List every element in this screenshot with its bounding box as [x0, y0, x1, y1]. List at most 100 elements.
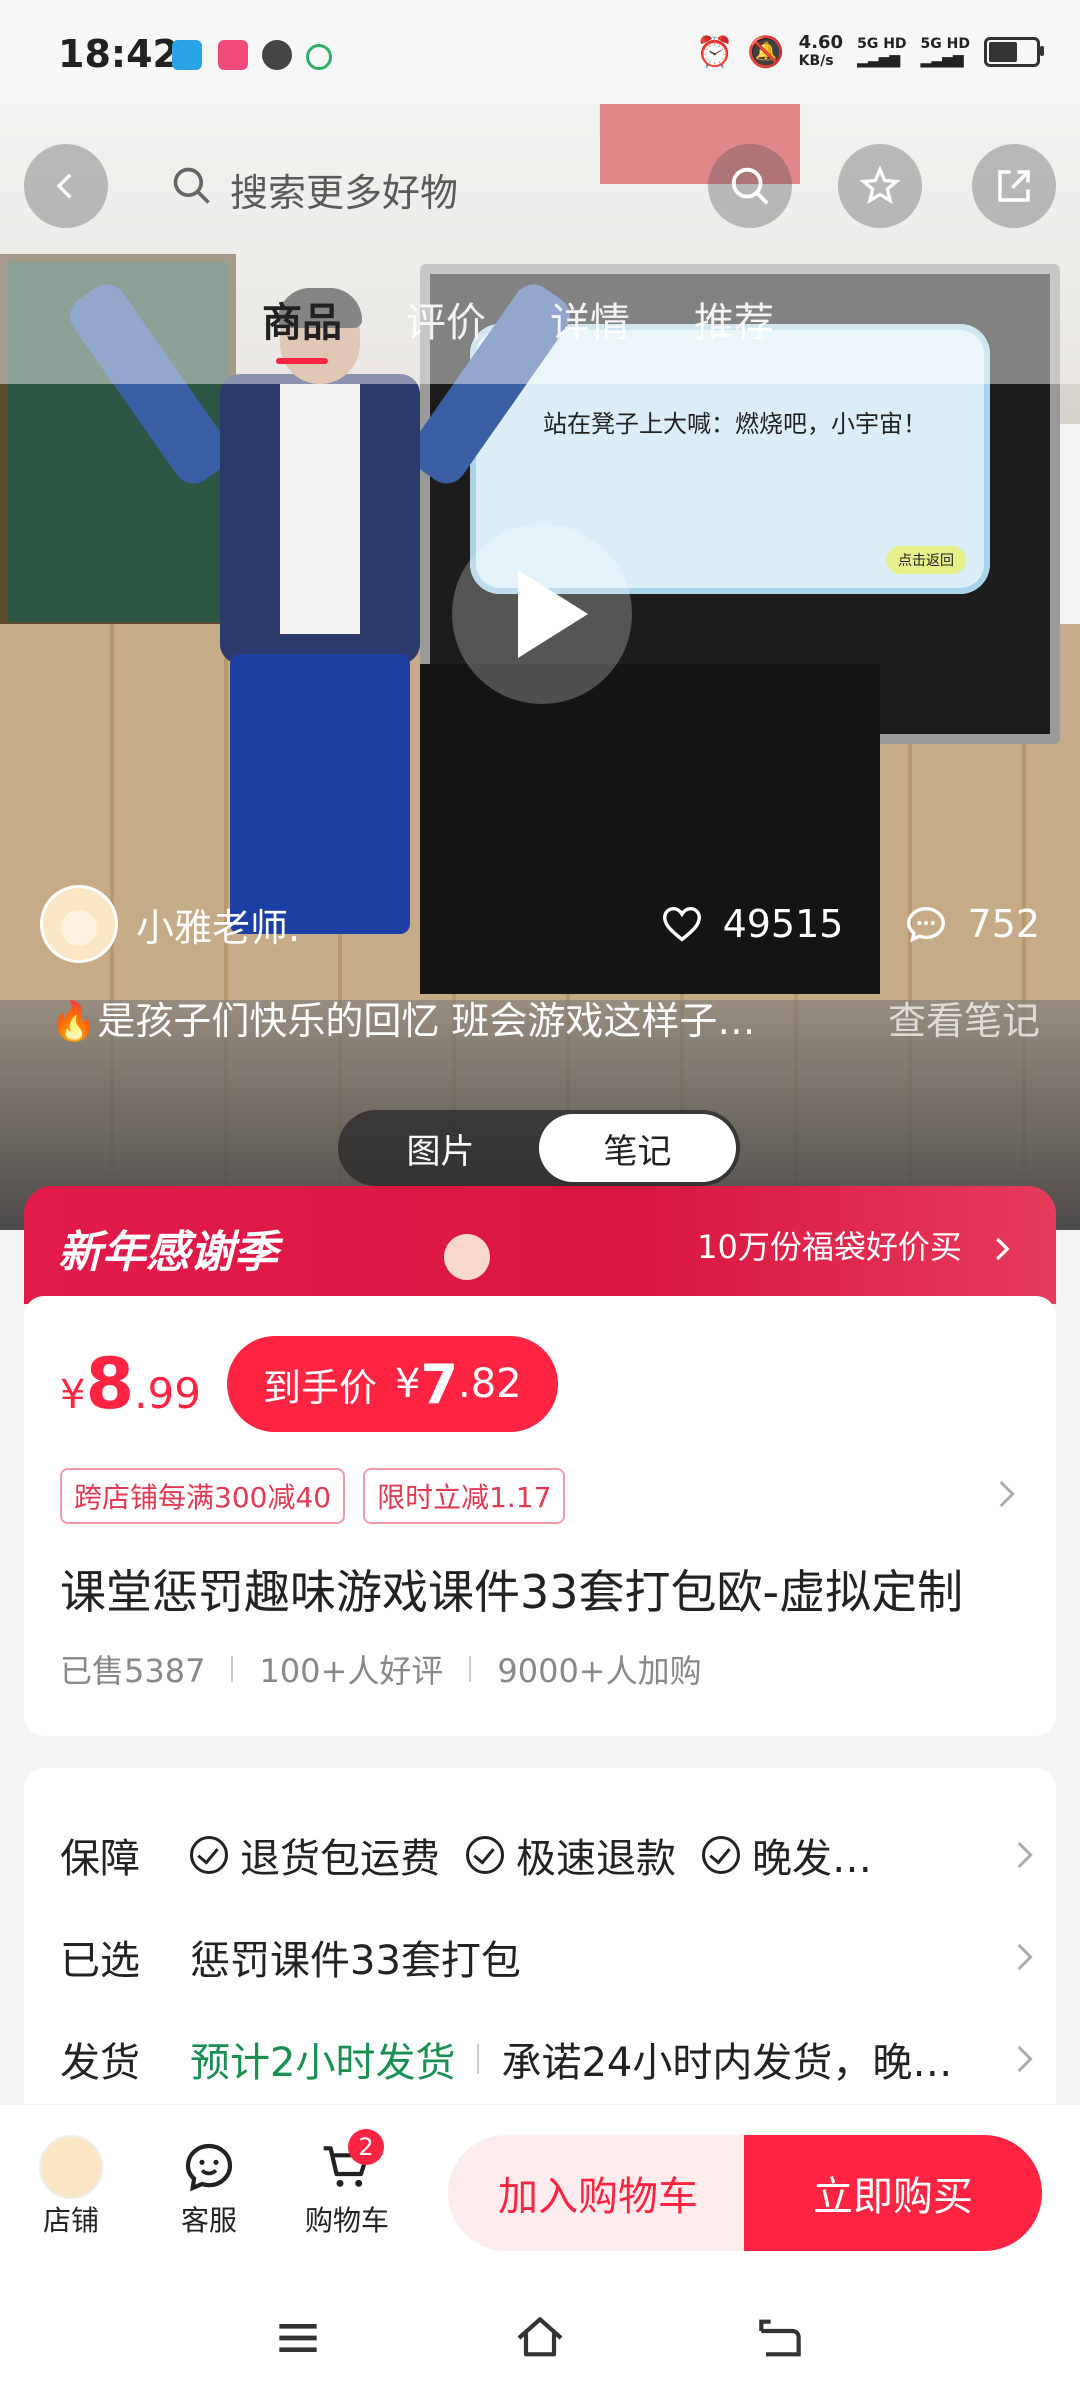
selected-label: 已选 — [60, 1938, 140, 1984]
price-card: ¥ 8 .99 到手价 ¥ 7 .82 跨店铺每满300减40 限时立减1.17… — [24, 1296, 1056, 1736]
coupon-badge: 跨店铺每满300减40 — [60, 1468, 346, 1524]
cart-count-stat: 9000+人加购 — [497, 1652, 702, 1690]
cart-badge: 2 — [348, 2129, 384, 2165]
share-button[interactable] — [972, 144, 1056, 228]
promo-banner[interactable]: 新年感谢季 10万份福袋好价买 — [24, 1186, 1056, 1304]
guarantee-text: 极速退款 — [516, 1836, 676, 1882]
note-text-body: 是孩子们快乐的回忆 班会游戏这样子… — [97, 999, 756, 1043]
service-label: 客服 — [180, 2204, 237, 2237]
search-button[interactable] — [708, 144, 792, 228]
bottom-action-bar: 店铺 客服 2 购物车 加入购物车 立即购买 — [0, 2104, 1080, 2275]
add-to-cart-button[interactable]: 加入购物车 — [448, 2135, 748, 2251]
coupon-badge: 限时立减1.17 — [363, 1468, 566, 1524]
author-name[interactable]: 小雅老师. — [136, 897, 300, 952]
network-speed-unit: KB/s — [798, 53, 834, 69]
price-row: ¥ 8 .99 到手价 ¥ 7 .82 — [60, 1336, 558, 1432]
store-button[interactable]: 店铺 — [16, 2135, 126, 2239]
store-avatar — [39, 2135, 103, 2199]
promo-link-text: 10万份福袋好价买 — [697, 1228, 962, 1266]
signal-bars-icon: ▂▃▅▆ — [857, 52, 901, 68]
check-circle-icon — [190, 1836, 228, 1874]
check-circle-icon — [702, 1836, 740, 1874]
selected-value: 惩罚课件33套打包 — [190, 1938, 521, 1984]
share-icon — [998, 170, 1030, 202]
search-icon — [173, 167, 210, 204]
shipping-row[interactable]: 发货 预计2小时发货 承诺24小时内发货，晚… — [60, 2030, 1040, 2088]
shipping-eta: 预计2小时发货 — [190, 2040, 456, 2086]
snowman-decoration — [444, 1234, 490, 1280]
tab-product[interactable]: 商品 — [262, 290, 342, 364]
price-symbol: ¥ — [60, 1372, 86, 1418]
status-right: ⏰ 🔕 4.60 KB/s 5G HD ▂▃▅▆ 5G HD ▂▃▅▆ — [695, 34, 1044, 70]
network-speed-value: 4.60 — [798, 32, 844, 53]
favorite-button[interactable] — [838, 144, 922, 228]
shipping-label: 发货 — [60, 2040, 140, 2086]
guarantee-text: 晚发… — [752, 1836, 872, 1882]
sold-count: 已售5387 — [60, 1652, 206, 1690]
search-bar[interactable]: 搜索更多好物 — [160, 150, 680, 220]
section-tabs: 商品 评价 详情 推荐 — [262, 290, 774, 364]
note-preview[interactable]: 🔥是孩子们快乐的回忆 班会游戏这样子… 查看笔记 — [50, 990, 1040, 1045]
signal-bars-icon: ▂▃▅▆ — [920, 52, 964, 68]
note-text: 🔥是孩子们快乐的回忆 班会游戏这样子… — [50, 990, 820, 1045]
chevron-right-icon — [996, 1237, 1010, 1261]
telegram-icon — [172, 40, 202, 70]
guarantee-item: 退货包运费 — [190, 1826, 440, 1884]
product-title: 课堂惩罚趣味游戏课件33套打包欧-虚拟定制 — [60, 1565, 964, 1619]
tab-recommend[interactable]: 推荐 — [694, 290, 774, 348]
coupon-list[interactable]: 跨店铺每满300减40 限时立减1.17 — [60, 1468, 566, 1524]
promo-link: 10万份福袋好价买 — [697, 1222, 1016, 1268]
comment-count: 752 — [967, 902, 1040, 946]
product-meta: 已售5387 100+人好评 9000+人加购 — [60, 1646, 702, 1692]
guarantee-item: 晚发… — [702, 1826, 872, 1884]
view-note-link[interactable]: 查看笔记 — [888, 990, 1040, 1045]
final-price-symbol: ¥ — [394, 1361, 421, 1407]
price-integer: 8 — [85, 1343, 135, 1425]
guarantee-item: 极速退款 — [466, 1826, 676, 1884]
sim1-label: 5G HD — [857, 36, 907, 52]
tab-reviews[interactable]: 评价 — [406, 290, 486, 348]
status-bar: 18:42 ⏰ 🔕 4.60 KB/s 5G HD ▂▃▅▆ 5G HD ▂▃▅… — [0, 0, 1080, 110]
heart-icon[interactable] — [659, 901, 705, 947]
comment-icon[interactable] — [903, 901, 949, 947]
chevron-right-icon[interactable] — [990, 1474, 1022, 1514]
network-speed: 4.60 KB/s — [799, 34, 843, 70]
cart-label: 购物车 — [304, 2204, 389, 2237]
play-icon[interactable] — [452, 524, 632, 704]
promo-title: 新年感谢季 — [58, 1227, 278, 1278]
service-button[interactable]: 客服 — [154, 2135, 264, 2239]
original-price: ¥ 8 .99 — [60, 1343, 201, 1425]
chevron-right-icon — [1017, 2045, 1033, 2073]
home-icon[interactable] — [510, 2310, 570, 2366]
alarm-icon: ⏰ — [695, 34, 734, 70]
toggle-images[interactable]: 图片 — [342, 1114, 539, 1182]
system-nav-bar — [0, 2274, 1080, 2400]
guarantee-text: 退货包运费 — [240, 1836, 440, 1882]
guarantee-label: 保障 — [60, 1836, 140, 1882]
chevron-left-icon — [56, 173, 72, 199]
mute-icon: 🔕 — [747, 34, 785, 70]
chevron-right-icon — [1017, 1943, 1033, 1971]
selected-row[interactable]: 已选 惩罚课件33套打包 — [60, 1928, 1040, 1986]
final-price-pill[interactable]: 到手价 ¥ 7 .82 — [226, 1336, 558, 1432]
media-toggle: 图片 笔记 — [338, 1110, 740, 1186]
menu-icon[interactable] — [270, 2310, 326, 2366]
toggle-notes[interactable]: 笔记 — [539, 1114, 736, 1182]
back-nav-icon[interactable] — [752, 2310, 808, 2366]
fire-icon: 🔥 — [50, 999, 98, 1043]
guarantee-row[interactable]: 保障 退货包运费 极速退款 晚发… — [60, 1826, 1040, 1884]
tab-details[interactable]: 详情 — [550, 290, 630, 348]
signal-2: 5G HD ▂▃▅▆ — [921, 36, 970, 68]
check-circle-icon — [466, 1836, 504, 1874]
price-decimal: .99 — [134, 1369, 201, 1418]
avatar[interactable] — [40, 885, 118, 963]
buy-now-button[interactable]: 立即购买 — [744, 2135, 1042, 2251]
chat-smile-icon — [185, 2143, 233, 2192]
screen-button: 点击返回 — [886, 546, 966, 574]
cart-button[interactable]: 2 购物车 — [292, 2129, 402, 2239]
like-count: 49515 — [722, 902, 844, 946]
final-price-decimal: .82 — [458, 1361, 522, 1407]
app-icon — [218, 40, 248, 70]
back-button[interactable] — [24, 144, 108, 228]
status-time: 18:42 — [58, 32, 179, 76]
